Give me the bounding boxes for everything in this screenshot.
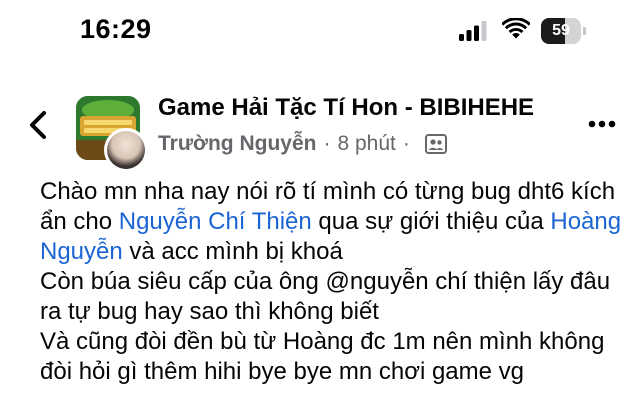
mention-link[interactable]: Nguyễn Chí Thiện (119, 208, 312, 235)
post-line: Và cũng đòi đền bù từ Hoàng đc 1m nên mì… (40, 328, 605, 355)
author-avatar-photo (107, 131, 145, 169)
post-line: Nguyễn và acc mình bị khoá (40, 237, 630, 267)
post-line: ra tự bug hay sao thì không biết (40, 298, 379, 325)
status-bar: 16:29 59 (0, 0, 640, 64)
more-horizontal-icon[interactable] (588, 118, 616, 130)
chevron-left-icon[interactable] (22, 108, 56, 142)
post-header: Game Hải Tặc Tí Hon - BIBIHEHE Trường Ng… (0, 80, 640, 172)
post-line: đòi hỏi gì thêm hihi bye bye mn chơi gam… (40, 358, 524, 385)
post-line: Còn búa siêu cấp của ông @nguyễn chí thi… (40, 268, 611, 295)
battery-level: 59 (552, 22, 570, 39)
battery-body: 59 (541, 18, 581, 44)
meta-separator-2: · (402, 132, 410, 155)
post-meta: Trường Nguyễn · 8 phút · (158, 132, 447, 156)
battery-cap (583, 27, 586, 35)
wifi-icon (502, 18, 530, 39)
post-text: Chào mn nha nay nói rõ tí mình có từng b… (40, 177, 630, 387)
mention-link[interactable]: Hoàng (550, 208, 621, 235)
post-text-fragment: và acc mình bị khoá (122, 238, 343, 265)
author-avatar[interactable] (104, 128, 148, 172)
mention-link[interactable]: Nguyễn (40, 238, 123, 265)
group-members-icon (424, 134, 447, 154)
battery-icon: 59 (541, 18, 589, 44)
signal-icon (459, 21, 487, 41)
group-name[interactable]: Game Hải Tặc Tí Hon - BIBIHEHE (158, 94, 534, 122)
post-time[interactable]: 8 phút (337, 132, 395, 156)
post-line: ẩn cho Nguyễn Chí Thiện qua sự giới thiệ… (40, 207, 630, 237)
post-text-fragment: qua sự giới thiệu của (311, 208, 551, 235)
meta-separator: · (323, 132, 331, 155)
post-text-fragment: ẩn cho (40, 208, 119, 235)
author-name[interactable]: Trường Nguyễn (158, 132, 316, 156)
status-time: 16:29 (80, 14, 152, 44)
post-line: Chào mn nha nay nói rõ tí mình có từng b… (40, 178, 616, 205)
